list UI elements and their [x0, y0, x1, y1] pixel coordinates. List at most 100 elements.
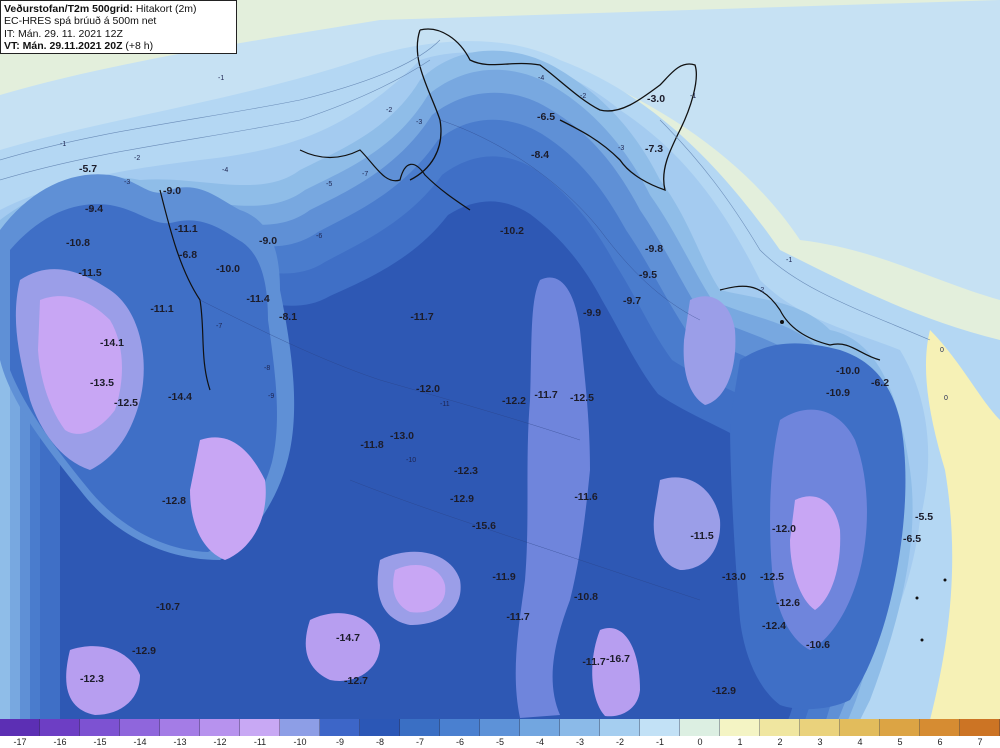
contour-value-label: -1	[60, 141, 66, 148]
init-time: IT: Mán. 29. 11. 2021 12Z	[4, 27, 123, 40]
scale-tick-label: -7	[415, 737, 425, 747]
scale-swatch	[680, 719, 720, 736]
island	[920, 638, 924, 642]
scale-tick-label: 3	[817, 737, 823, 747]
temperature-value-label: -12.5	[570, 392, 594, 404]
contour-value-label: -8	[264, 365, 270, 372]
temperature-value-label: -12.7	[344, 675, 368, 687]
scale-tick-label: -16	[53, 737, 67, 747]
scale-tick-label: -10	[293, 737, 307, 747]
temperature-value-label: -5.7	[79, 163, 97, 175]
contour-value-label: -11	[440, 401, 450, 408]
scale-swatch	[400, 719, 440, 736]
scale-tick-label: 2	[777, 737, 783, 747]
temperature-value-label: -12.5	[760, 571, 784, 583]
scale-swatch	[480, 719, 520, 736]
temperature-value-label: -12.0	[416, 383, 440, 395]
temperature-value-label: -12.0	[772, 523, 796, 535]
temperature-value-label: -12.2	[502, 395, 526, 407]
scale-swatch	[120, 719, 160, 736]
color-scale: -17 -16 -15 -14 -13 -12 -11 -10 -9 -8 -7 -6 -5 -4 -3 -2…	[0, 719, 1000, 748]
contour-value-label: -10	[406, 457, 416, 464]
contour-value-label: -5	[326, 181, 332, 188]
temperature-value-label: -12.3	[454, 465, 478, 477]
temperature-value-label: -10.8	[66, 237, 90, 249]
temperature-value-label: -12.4	[762, 620, 786, 632]
scale-swatch	[40, 719, 80, 736]
temperature-value-label: -11.6	[574, 491, 598, 503]
scale-swatch	[320, 719, 360, 736]
scale-swatch	[200, 719, 240, 736]
island	[780, 320, 784, 324]
contour-value-label: -2	[758, 287, 764, 294]
scale-swatch	[160, 719, 200, 736]
temperature-value-label: -9.5	[639, 269, 657, 281]
scale-tick-label: 7	[977, 737, 983, 747]
scale-swatch	[360, 719, 400, 736]
temperature-value-label: -10.2	[500, 225, 524, 237]
scale-swatch	[640, 719, 680, 736]
temperature-value-label: -13.5	[90, 377, 114, 389]
temperature-value-label: -15.6	[472, 520, 496, 532]
scale-swatch	[240, 719, 280, 736]
scale-swatch	[280, 719, 320, 736]
scale-tick-label: 1	[737, 737, 743, 747]
temperature-value-label: -11.7	[410, 311, 434, 323]
temperature-value-label: -11.4	[246, 293, 270, 305]
scale-swatch	[720, 719, 760, 736]
temperature-value-label: -11.7	[506, 611, 530, 623]
scale-tick-label: -2	[615, 737, 625, 747]
map-title-box: Veðurstofan/T2m 500grid: Hitakort (2m) E…	[0, 0, 237, 54]
scale-swatch	[920, 719, 960, 736]
contour-value-label: -1	[786, 257, 792, 264]
island	[915, 596, 919, 600]
temperature-value-label: -12.9	[712, 685, 736, 697]
scale-tick-label: -8	[375, 737, 385, 747]
temperature-value-label: -11.8	[360, 439, 384, 451]
temperature-value-label: -9.0	[163, 185, 181, 197]
scale-tick-label: 5	[897, 737, 903, 747]
contour-value-label: -2	[386, 107, 392, 114]
contour-value-label: -3	[618, 145, 624, 152]
temperature-value-label: -11.7	[534, 389, 558, 401]
temperature-value-label: -10.6	[806, 639, 830, 651]
temperature-value-label: -12.5	[114, 397, 138, 409]
temperature-value-label: -14.4	[168, 391, 192, 403]
scale-swatch	[800, 719, 840, 736]
temperature-value-label: -10.7	[156, 601, 180, 613]
temperature-value-label: -13.0	[722, 571, 746, 583]
temperature-value-label: -12.6	[776, 597, 800, 609]
temperature-value-label: -9.9	[583, 307, 601, 319]
contour-value-label: -3	[124, 179, 130, 186]
contour-value-label: -4	[222, 167, 228, 174]
temperature-value-label: -11.1	[174, 223, 198, 235]
contour-value-label: -7	[362, 171, 368, 178]
contour-value-label: -1	[218, 75, 224, 82]
contour-value-label: 0	[944, 395, 948, 402]
contour-value-label: -6	[316, 233, 322, 240]
scale-tick-label: -17	[13, 737, 27, 747]
scale-tick-label: -12	[213, 737, 227, 747]
temperature-value-label: -12.9	[450, 493, 474, 505]
contour-value-label: 0	[940, 347, 944, 354]
temperature-value-label: -11.9	[492, 571, 516, 583]
temperature-value-label: -7.3	[645, 143, 663, 155]
temperature-value-label: -9.0	[259, 235, 277, 247]
temperature-value-label: -12.8	[162, 495, 186, 507]
temperature-value-label: -10.9	[826, 387, 850, 399]
scale-tick-label: -1	[655, 737, 665, 747]
scale-tick-label: 0	[697, 737, 703, 747]
scale-tick-label: 6	[937, 737, 943, 747]
temperature-value-label: -10.0	[216, 263, 240, 275]
scale-swatch	[560, 719, 600, 736]
temperature-value-label: -6.5	[903, 533, 921, 545]
temperature-value-label: -11.5	[690, 530, 714, 542]
scale-tick-label: -13	[173, 737, 187, 747]
scale-swatch	[960, 719, 1000, 736]
contour-value-label: -3	[416, 119, 422, 126]
scale-tick-label: -3	[575, 737, 585, 747]
scale-tick-label: -4	[535, 737, 545, 747]
contour-value-label: -4	[538, 75, 544, 82]
temperature-value-label: -8.4	[531, 149, 549, 161]
scale-swatch	[80, 719, 120, 736]
